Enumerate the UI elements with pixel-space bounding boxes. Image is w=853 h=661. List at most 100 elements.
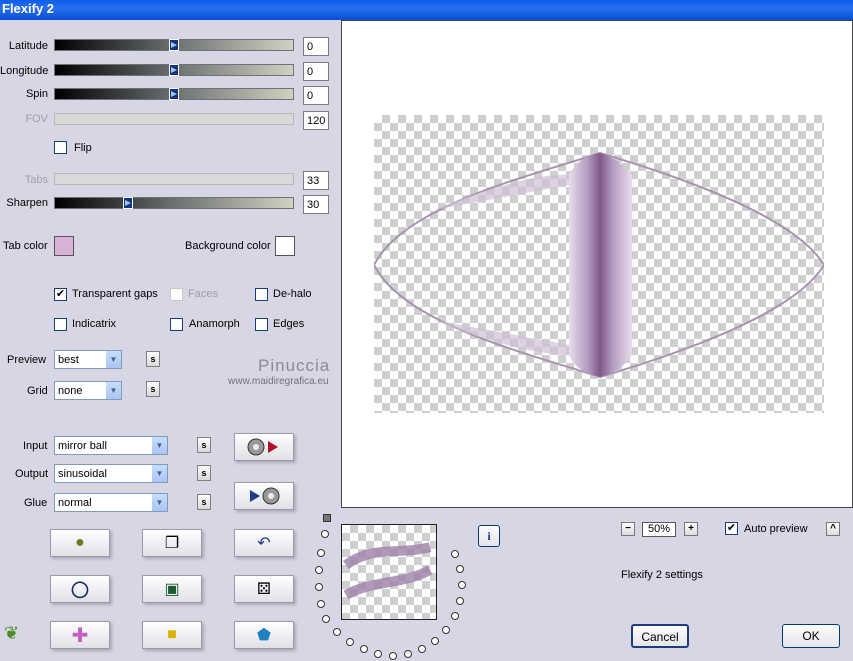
orbit-dot[interactable] xyxy=(315,566,323,574)
longitude-label: Longitude xyxy=(0,65,49,77)
input-s-button[interactable]: s xyxy=(197,437,211,453)
de-halo-label: De-halo xyxy=(273,288,312,300)
tab-color-swatch[interactable] xyxy=(54,236,74,256)
undo-icon: ↶ xyxy=(257,535,271,552)
anamorph-checkbox[interactable] xyxy=(170,318,183,331)
orbit-dot[interactable] xyxy=(333,628,341,636)
preview-canvas[interactable] xyxy=(341,20,853,508)
longitude-slider[interactable] xyxy=(54,64,294,76)
preview-s-button[interactable]: s xyxy=(146,351,160,367)
ok-button[interactable]: OK xyxy=(782,624,840,648)
zoom-value: 50% xyxy=(642,522,676,537)
output-label: Output xyxy=(15,468,49,480)
ring-button[interactable]: ◯ xyxy=(50,575,110,603)
flip-checkbox[interactable] xyxy=(54,141,67,154)
orbit-dot[interactable] xyxy=(456,597,464,605)
anamorph-label: Anamorph xyxy=(189,318,240,330)
transparent-gaps-label: Transparent gaps xyxy=(72,288,158,300)
chevron-down-icon: ▼ xyxy=(151,437,167,454)
input-label: Input xyxy=(23,440,48,452)
watermark-url: www.maidiregrafica.eu xyxy=(228,376,329,387)
latitude-slider[interactable] xyxy=(54,39,294,51)
auto-preview-checkbox[interactable]: ✔ xyxy=(725,522,738,535)
orbit-dot[interactable] xyxy=(458,581,466,589)
longitude-field[interactable]: 0 xyxy=(303,62,329,81)
glue-select[interactable]: normal ▼ xyxy=(54,493,168,512)
latitude-label: Latitude xyxy=(8,40,48,52)
info-button[interactable]: i xyxy=(478,525,500,547)
orbit-dot[interactable] xyxy=(451,612,459,620)
tabs-slider xyxy=(54,173,294,185)
chevron-down-icon: ▼ xyxy=(151,494,167,511)
tabs-field: 33 xyxy=(303,171,329,190)
orbit-dot[interactable] xyxy=(315,583,323,591)
orbit-dot[interactable] xyxy=(321,530,329,538)
output-select-value: sinusoidal xyxy=(58,468,107,480)
orbit-handle[interactable] xyxy=(323,514,331,522)
de-halo-checkbox[interactable] xyxy=(255,288,268,301)
chevron-down-icon: ▼ xyxy=(105,351,121,368)
latitude-thumb[interactable] xyxy=(169,39,179,51)
pentagon-button[interactable]: ⬟ xyxy=(234,621,294,649)
preview-label: Preview xyxy=(7,354,47,366)
sharpen-field[interactable]: 30 xyxy=(303,195,329,214)
pentagon-icon: ⬟ xyxy=(257,627,271,644)
undo-button[interactable]: ↶ xyxy=(234,529,294,557)
orbit-dot[interactable] xyxy=(389,652,397,660)
thumbnail-preview[interactable] xyxy=(341,524,437,620)
transparent-gaps-checkbox[interactable]: ✔ xyxy=(54,288,67,301)
spin-slider[interactable] xyxy=(54,88,294,100)
orbit-dot[interactable] xyxy=(456,565,464,573)
output-mapping-button[interactable] xyxy=(234,482,294,510)
input-mapping-button[interactable] xyxy=(234,433,294,461)
flexified-image xyxy=(374,151,824,379)
orbit-dot[interactable] xyxy=(418,645,426,653)
collapse-button[interactable]: ^ xyxy=(826,522,840,536)
background-color-swatch[interactable] xyxy=(275,236,295,256)
sharpen-slider[interactable] xyxy=(54,197,294,209)
zoom-in-button[interactable]: + xyxy=(684,522,698,536)
orbit-dot[interactable] xyxy=(442,626,450,634)
orbit-dot[interactable] xyxy=(451,550,459,558)
orbit-dot[interactable] xyxy=(431,637,439,645)
preview-select[interactable]: best ▼ xyxy=(54,350,122,369)
frame-button[interactable]: ▣ xyxy=(142,575,202,603)
spin-thumb[interactable] xyxy=(169,88,179,100)
orbit-dot[interactable] xyxy=(374,650,382,658)
brick-icon: ■ xyxy=(167,626,177,643)
orbit-dot[interactable] xyxy=(346,638,354,646)
cross-button[interactable]: ✚ xyxy=(50,621,110,649)
glue-s-button[interactable]: s xyxy=(197,494,211,510)
orbit-dot[interactable] xyxy=(360,645,368,653)
orbit-dot[interactable] xyxy=(404,650,412,658)
brick-button[interactable]: ■ xyxy=(142,621,202,649)
dice-button[interactable]: ⚄ xyxy=(234,575,294,603)
output-s-button[interactable]: s xyxy=(197,465,211,481)
fov-field: 120 xyxy=(303,111,329,130)
grid-select[interactable]: none ▼ xyxy=(54,381,122,400)
orbit-dot[interactable] xyxy=(317,549,325,557)
longitude-thumb[interactable] xyxy=(169,64,179,76)
latitude-field[interactable]: 0 xyxy=(303,37,329,56)
edges-checkbox[interactable] xyxy=(255,318,268,331)
orbit-dot[interactable] xyxy=(317,600,325,608)
spin-field[interactable]: 0 xyxy=(303,86,329,105)
auto-preview-label: Auto preview xyxy=(744,523,808,535)
copy-button[interactable]: ❐ xyxy=(142,529,202,557)
indicatrix-checkbox[interactable] xyxy=(54,318,67,331)
cross-icon: ✚ xyxy=(71,624,89,647)
input-select-value: mirror ball xyxy=(58,440,107,452)
input-select[interactable]: mirror ball ▼ xyxy=(54,436,168,455)
arrow-to-disc-icon xyxy=(250,487,280,505)
randomize-button[interactable]: ● xyxy=(50,529,110,557)
orbit-dot[interactable] xyxy=(322,615,330,623)
output-select[interactable]: sinusoidal ▼ xyxy=(54,464,168,483)
chevron-down-icon: ▼ xyxy=(151,465,167,482)
copy-icon: ❐ xyxy=(164,535,180,552)
zoom-out-button[interactable]: − xyxy=(621,522,635,536)
sharpen-label: Sharpen xyxy=(6,197,48,209)
sharpen-thumb[interactable] xyxy=(123,197,133,209)
cancel-button[interactable]: Cancel xyxy=(631,624,689,648)
grid-s-button[interactable]: s xyxy=(146,381,160,397)
window-title: Flexify 2 xyxy=(2,1,55,16)
